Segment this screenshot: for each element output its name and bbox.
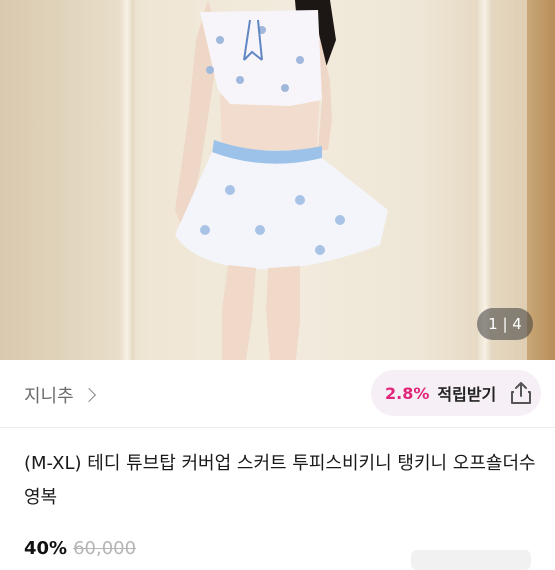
- divider: [0, 427, 555, 428]
- discount-rate: 40%: [24, 538, 68, 559]
- shop-name: 지니추: [24, 386, 74, 407]
- left-leg: [222, 265, 256, 360]
- points-badge[interactable]: 2.8% 적립받기: [371, 370, 541, 416]
- shop-row: 지니추 2.8% 적립받기: [0, 362, 555, 426]
- shop-link[interactable]: 지니추: [24, 382, 96, 408]
- model-illustration: [175, 0, 388, 360]
- image-page-counter: 1 | 4: [477, 308, 533, 340]
- skirt: [175, 152, 388, 270]
- product-title: (M-XL) 테디 튜브탑 커버업 스커트 투피스비키니 탱키니 오프숄더수영복: [24, 453, 536, 508]
- chevron-right-icon: [81, 387, 96, 403]
- original-price: 60,000: [73, 538, 137, 559]
- product-image[interactable]: 1 | 4: [0, 0, 555, 360]
- share-icon[interactable]: [510, 381, 532, 405]
- partial-button[interactable]: [411, 550, 531, 570]
- points-label: 적립받기: [437, 385, 497, 404]
- points-percent: 2.8%: [385, 383, 430, 403]
- price-row: 40% 60,000: [24, 538, 136, 559]
- right-leg: [266, 266, 300, 360]
